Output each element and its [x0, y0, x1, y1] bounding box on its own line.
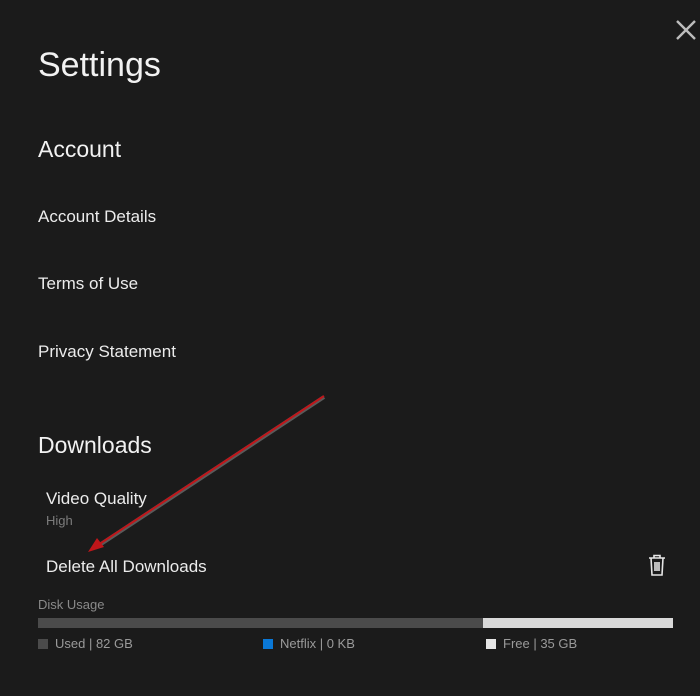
legend-netflix: Netflix | 0 KB: [263, 636, 355, 651]
account-details-link[interactable]: Account Details: [38, 207, 156, 227]
used-swatch: [38, 638, 48, 649]
video-quality-setting[interactable]: Video Quality: [46, 489, 147, 509]
legend-netflix-text: Netflix | 0 KB: [280, 636, 355, 651]
downloads-heading: Downloads: [38, 432, 152, 458]
account-heading: Account: [38, 136, 122, 162]
terms-of-use-link[interactable]: Terms of Use: [38, 274, 138, 294]
disk-usage-label: Disk Usage: [38, 597, 105, 612]
page-title: Settings: [38, 46, 161, 84]
disk-usage-bar: [38, 618, 673, 628]
free-swatch: [486, 638, 496, 649]
legend-used-text: Used | 82 GB: [55, 636, 133, 651]
disk-used-fill: [38, 618, 483, 628]
trash-icon[interactable]: [648, 554, 666, 576]
netflix-swatch: [263, 638, 273, 649]
legend-free-text: Free | 35 GB: [503, 636, 578, 651]
close-icon[interactable]: [674, 18, 698, 42]
privacy-statement-link[interactable]: Privacy Statement: [38, 342, 176, 362]
video-quality-value: High: [46, 513, 73, 528]
legend-used: Used | 82 GB: [38, 636, 133, 651]
legend-free: Free | 35 GB: [486, 636, 577, 651]
delete-all-downloads-button[interactable]: Delete All Downloads: [46, 557, 207, 577]
